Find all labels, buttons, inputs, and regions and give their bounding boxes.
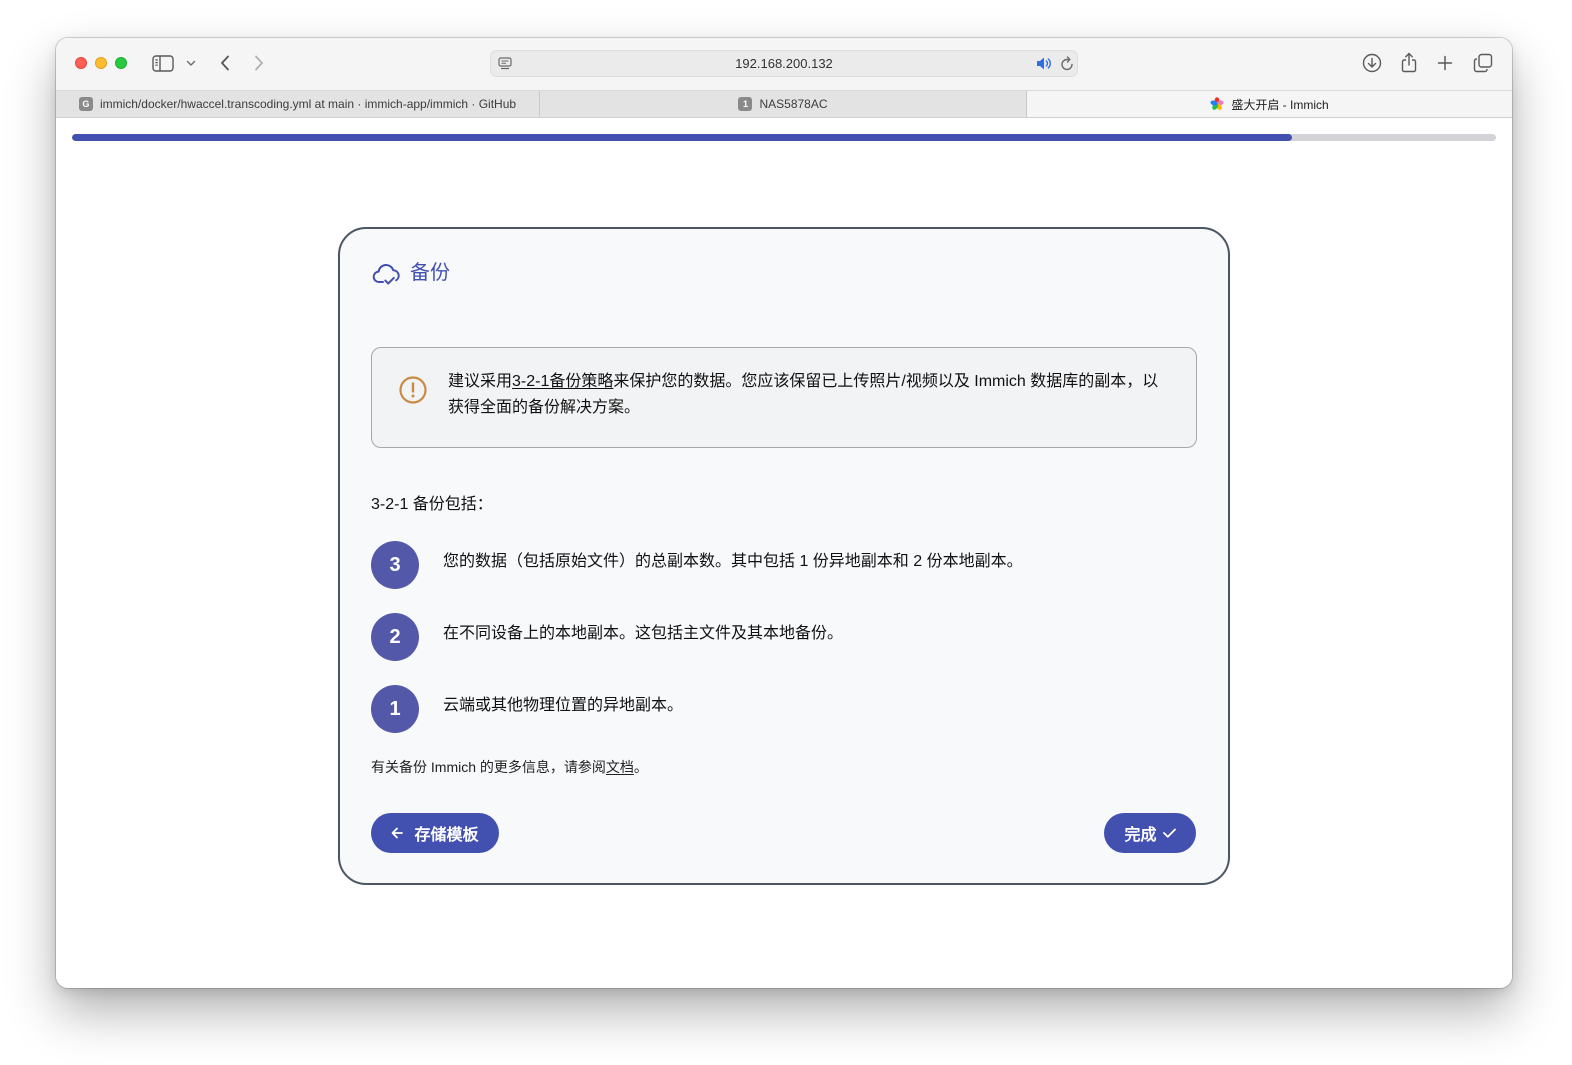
page-content: 备份 建议采用3-2-1备份策略来保护您的数据。您应该保留已上传照片/视频以及 … [56,118,1512,988]
backup-strategy-alert: 建议采用3-2-1备份策略来保护您的数据。您应该保留已上传照片/视频以及 Imm… [371,347,1197,448]
minimize-window-button[interactable] [95,57,107,69]
tab-favicon: 1 [738,97,753,111]
tab-overview-button[interactable] [1473,53,1493,73]
tab-favicon: G [78,97,93,111]
backup-rule-item: 1 云端或其他物理位置的异地副本。 [371,685,1197,733]
tab-group-menu-button[interactable] [186,59,196,67]
check-icon [1162,828,1176,838]
downloads-button[interactable] [1362,53,1382,73]
cloud-check-icon [372,263,400,285]
chevron-right-icon [255,55,263,71]
rules-heading: 3-2-1 备份包括： [371,496,493,513]
backup-rule-item: 2 在不同设备上的本地副本。这包括主文件及其本地备份。 [371,613,1197,661]
rule-text: 您的数据（包括原始文件）的总副本数。其中包括 1 份异地副本和 2 份本地副本。 [443,553,1023,570]
download-icon [1362,53,1382,73]
onboarding-progress-fill [72,134,1293,141]
mute-tab-button[interactable] [1036,56,1052,76]
tab-title: 盛大开启 - Immich [1231,97,1329,112]
backup-strategy-link[interactable]: 3-2-1备份策略 [512,373,613,390]
browser-toolbar: 192.168.200.132 [56,38,1512,90]
immich-logo-icon [1210,97,1224,110]
rule-text: 云端或其他物理位置的异地副本。 [443,697,684,714]
sidebar-icon [152,55,174,72]
chevron-left-icon [221,55,229,71]
reload-icon [1061,56,1073,71]
rule-text: 在不同设备上的本地副本。这包括主文件及其本地备份。 [443,625,844,642]
tab-immich[interactable]: 盛大开启 - Immich [1027,91,1512,117]
zoom-window-button[interactable] [115,57,127,69]
close-window-button[interactable] [75,57,87,69]
tab-nas[interactable]: 1 NAS5878AC [540,91,1027,117]
forward-button[interactable] [253,54,265,72]
tab-title: NAS5878AC [759,97,828,111]
reload-button[interactable] [1060,55,1074,76]
card-title: 备份 [410,262,450,284]
docs-link[interactable]: 文档 [606,759,634,775]
sidebar-toggle-button[interactable] [152,55,174,72]
tab-overview-icon [1473,53,1493,73]
rule-number-badge: 2 [371,613,419,661]
docs-hint-after: 。 [633,759,648,775]
alert-circle-outline-icon [399,376,427,404]
new-tab-button[interactable] [1437,55,1453,71]
share-button[interactable] [1401,51,1417,73]
rule-number-badge: 3 [371,541,419,589]
docs-hint: 有关备份 Immich 的更多信息，请参阅文档。 [371,757,648,777]
tab-bar: G immich/docker/hwaccel.transcoding.yml … [56,90,1512,118]
tab-github[interactable]: G immich/docker/hwaccel.transcoding.yml … [56,91,540,117]
done-button[interactable]: 完成 [1104,813,1196,853]
audio-speaker-icon [1037,57,1051,70]
back-button[interactable] [219,54,231,72]
back-to-storage-template-button[interactable]: 存储模板 [371,813,499,853]
done-button-label: 完成 [1124,827,1157,844]
back-button-label: 存储模板 [414,827,479,844]
plus-icon [1437,55,1453,71]
chevron-down-icon [186,60,196,66]
share-icon [1401,52,1417,72]
address-bar[interactable]: 192.168.200.132 [490,50,1078,77]
alert-text: 建议采用3-2-1备份策略来保护您的数据。您应该保留已上传照片/视频以及 Imm… [448,369,1168,421]
docs-hint-before: 有关备份 Immich 的更多信息，请参阅 [371,759,606,775]
rule-number-badge: 1 [371,685,419,733]
onboarding-progress-bar [72,134,1496,141]
browser-window: 192.168.200.132 G immich/docker/hwaccel.… [56,38,1512,988]
alert-text-before: 建议采用 [448,373,513,390]
url-text[interactable]: 192.168.200.132 [491,51,1077,76]
arrow-left-icon [392,827,404,839]
backup-rule-item: 3 您的数据（包括原始文件）的总副本数。其中包括 1 份异地副本和 2 份本地副… [371,541,1197,589]
tab-title: immich/docker/hwaccel.transcoding.yml at… [99,97,517,111]
onboarding-card: 备份 建议采用3-2-1备份策略来保护您的数据。您应该保留已上传照片/视频以及 … [338,227,1230,885]
